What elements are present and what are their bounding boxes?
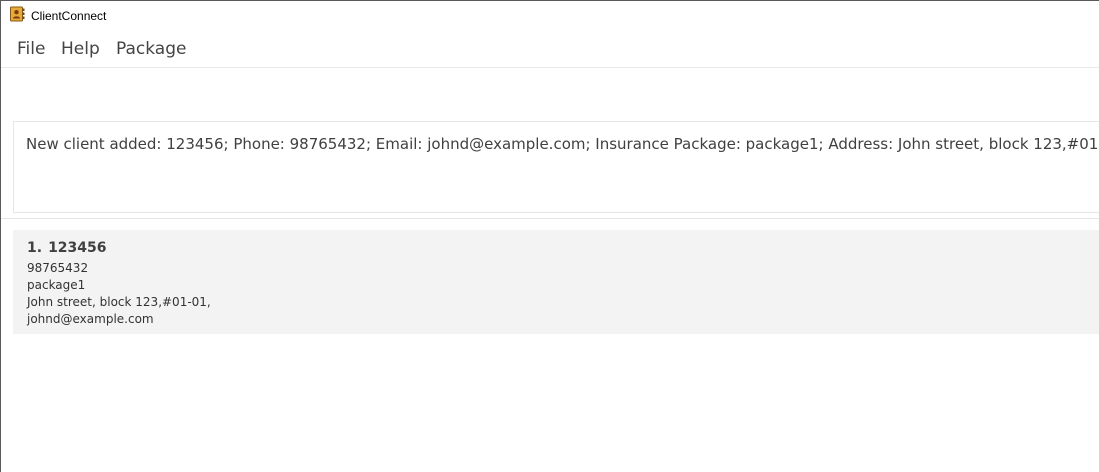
divider bbox=[1, 218, 1099, 219]
window-title: ClientConnect bbox=[31, 9, 107, 23]
client-list[interactable]: 1. 123456 98765432 package1 John street, … bbox=[13, 230, 1099, 334]
client-address: John street, block 123,#01-01, bbox=[27, 295, 211, 309]
result-display: New client added: 123456; Phone: 9876543… bbox=[13, 121, 1099, 213]
result-message: New client added: 123456; Phone: 9876543… bbox=[26, 135, 1099, 153]
menu-bar: File Help Package bbox=[1, 31, 1099, 68]
client-header: 1. 123456 bbox=[27, 239, 1085, 257]
client-package: package1 bbox=[27, 278, 86, 292]
menu-help[interactable]: Help bbox=[61, 39, 100, 59]
client-phone: 98765432 bbox=[27, 261, 89, 275]
client-email: johnd@example.com bbox=[27, 312, 154, 326]
address-book-icon bbox=[9, 6, 25, 22]
app-window: ClientConnect File Help Package New clie… bbox=[0, 0, 1099, 472]
menu-file[interactable]: File bbox=[17, 39, 45, 59]
client-index: 1. bbox=[27, 240, 43, 256]
client-name: 123456 bbox=[48, 240, 107, 256]
menu-package[interactable]: Package bbox=[116, 39, 186, 59]
client-card[interactable]: 1. 123456 98765432 package1 John street, … bbox=[13, 230, 1099, 334]
command-input[interactable] bbox=[1, 68, 1099, 120]
title-bar: ClientConnect bbox=[1, 1, 1099, 31]
